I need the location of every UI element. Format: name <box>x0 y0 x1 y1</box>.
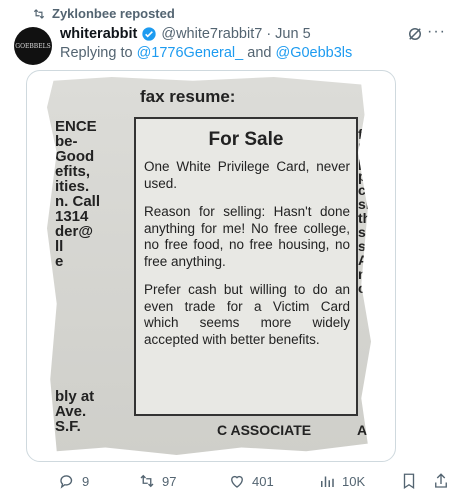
handle[interactable]: @white7rabbit7 <box>161 26 262 42</box>
share-button[interactable] <box>432 472 450 490</box>
right-fragment: Re <box>358 140 376 156</box>
newspaper-clipping: fax resume: ENCE be- Good efits, ities. n. Ca… <box>47 77 371 455</box>
left-fragment <box>55 299 100 314</box>
view-count: 10K <box>342 473 366 489</box>
classified-ad: For Sale One White Privilege Card, never… <box>134 117 358 416</box>
post-header: whiterabbit @white7rabbit7 · Jun 5 <box>60 26 311 42</box>
right-fragment: subr <box>358 224 389 240</box>
right-fragment: Attn <box>358 252 386 268</box>
right-fragment: fo <box>358 126 372 142</box>
repost-action-icon <box>140 474 154 488</box>
left-fragment: be- <box>55 133 78 150</box>
repost-button[interactable]: 97 <box>138 472 176 490</box>
left-fragment: e <box>55 253 64 270</box>
left-fragment: 1314 <box>55 208 89 225</box>
left-fragment: bly at <box>55 388 95 405</box>
post-image[interactable]: fax resume: ENCE be- Good efits, ities. n. Ca… <box>26 70 396 462</box>
left-fragment <box>55 314 100 329</box>
like-button[interactable]: 401 <box>228 472 274 490</box>
left-column-fragments: ENCE be- Good efits, ities. n. Call 1314 der@ ll… <box>55 119 100 434</box>
reply-icon <box>60 475 73 489</box>
left-fragment <box>55 284 100 299</box>
left-fragment: ll <box>55 238 64 255</box>
like-count: 401 <box>252 473 274 489</box>
right-fragment: cleri <box>358 182 387 198</box>
right-fragment: the <box>358 210 379 226</box>
post-date[interactable]: Jun 5 <box>275 26 310 42</box>
left-fragment <box>55 329 100 344</box>
ad-title: For Sale <box>208 129 284 150</box>
bookmark-button[interactable] <box>400 472 418 490</box>
left-fragment: ities. <box>55 178 90 195</box>
repost-indicator[interactable]: Zyklonbee reposted <box>32 6 175 21</box>
left-fragment <box>55 359 100 374</box>
replying-prefix: Replying to <box>60 45 133 61</box>
bottom-right-fragment: As <box>357 422 375 438</box>
separator: · <box>266 26 272 42</box>
reply-button[interactable]: 9 <box>58 472 89 490</box>
left-fragment <box>55 269 100 284</box>
left-fragment: n. Call <box>55 193 101 210</box>
reply-mention-2[interactable]: @G0ebb3ls <box>275 45 352 61</box>
clipping-header: fax resume: <box>140 87 236 106</box>
right-fragment: pres <box>358 168 388 184</box>
bookmark-icon <box>403 473 415 490</box>
ad-body: One White Privilege Card, never used. Re… <box>144 159 350 360</box>
display-name[interactable]: whiterabbit <box>60 26 137 42</box>
avatar[interactable]: GOEBBELS <box>14 27 52 65</box>
reply-mention-1[interactable]: @1776General_ <box>137 45 244 61</box>
right-fragment: pa <box>358 154 375 170</box>
ad-paragraph-2: Reason for selling: Hasn't done anything… <box>144 204 350 269</box>
repost-icon <box>33 8 45 19</box>
left-fragment: der@ <box>55 223 93 240</box>
repost-label: Zyklonbee reposted <box>52 6 175 21</box>
left-fragment: efits, <box>55 163 91 180</box>
views-button[interactable]: 10K <box>318 472 365 490</box>
associate-heading: C ASSOCIATE <box>217 422 312 438</box>
ad-paragraph-3: Prefer cash but willing to do an even tr… <box>144 282 350 347</box>
action-bar: 9 97 401 10K <box>0 472 458 492</box>
views-chart-icon <box>321 476 334 487</box>
left-fragment <box>55 374 100 389</box>
right-fragment: sala <box>358 238 386 254</box>
reply-and: and <box>247 45 272 61</box>
share-icon <box>435 473 447 488</box>
left-fragment <box>55 344 100 359</box>
left-fragment: Good <box>55 148 95 165</box>
right-fragment: shel <box>358 196 387 212</box>
more-options-icon[interactable]: ··· <box>427 23 446 41</box>
replying-to: Replying to @1776General_ and @G0ebb3ls <box>60 45 352 61</box>
right-fragment: o <box>358 280 367 296</box>
left-fragment: ENCE <box>55 118 97 135</box>
heart-icon <box>231 475 243 488</box>
repost-count: 97 <box>162 473 177 489</box>
avatar-text: GOEBBELS <box>15 42 51 50</box>
grok-icon[interactable] <box>406 25 424 43</box>
left-fragment: S.F. <box>55 418 81 435</box>
right-column-fragments: fo Re pa pres cleri shel the subr sala Attn nb o <box>358 126 389 296</box>
ad-paragraph-1: One White Privilege Card, never used. <box>144 159 350 191</box>
right-fragment: nb <box>358 266 376 282</box>
left-fragment: Ave. <box>55 403 87 420</box>
reply-count: 9 <box>82 473 90 489</box>
verified-badge-icon[interactable] <box>141 26 157 42</box>
